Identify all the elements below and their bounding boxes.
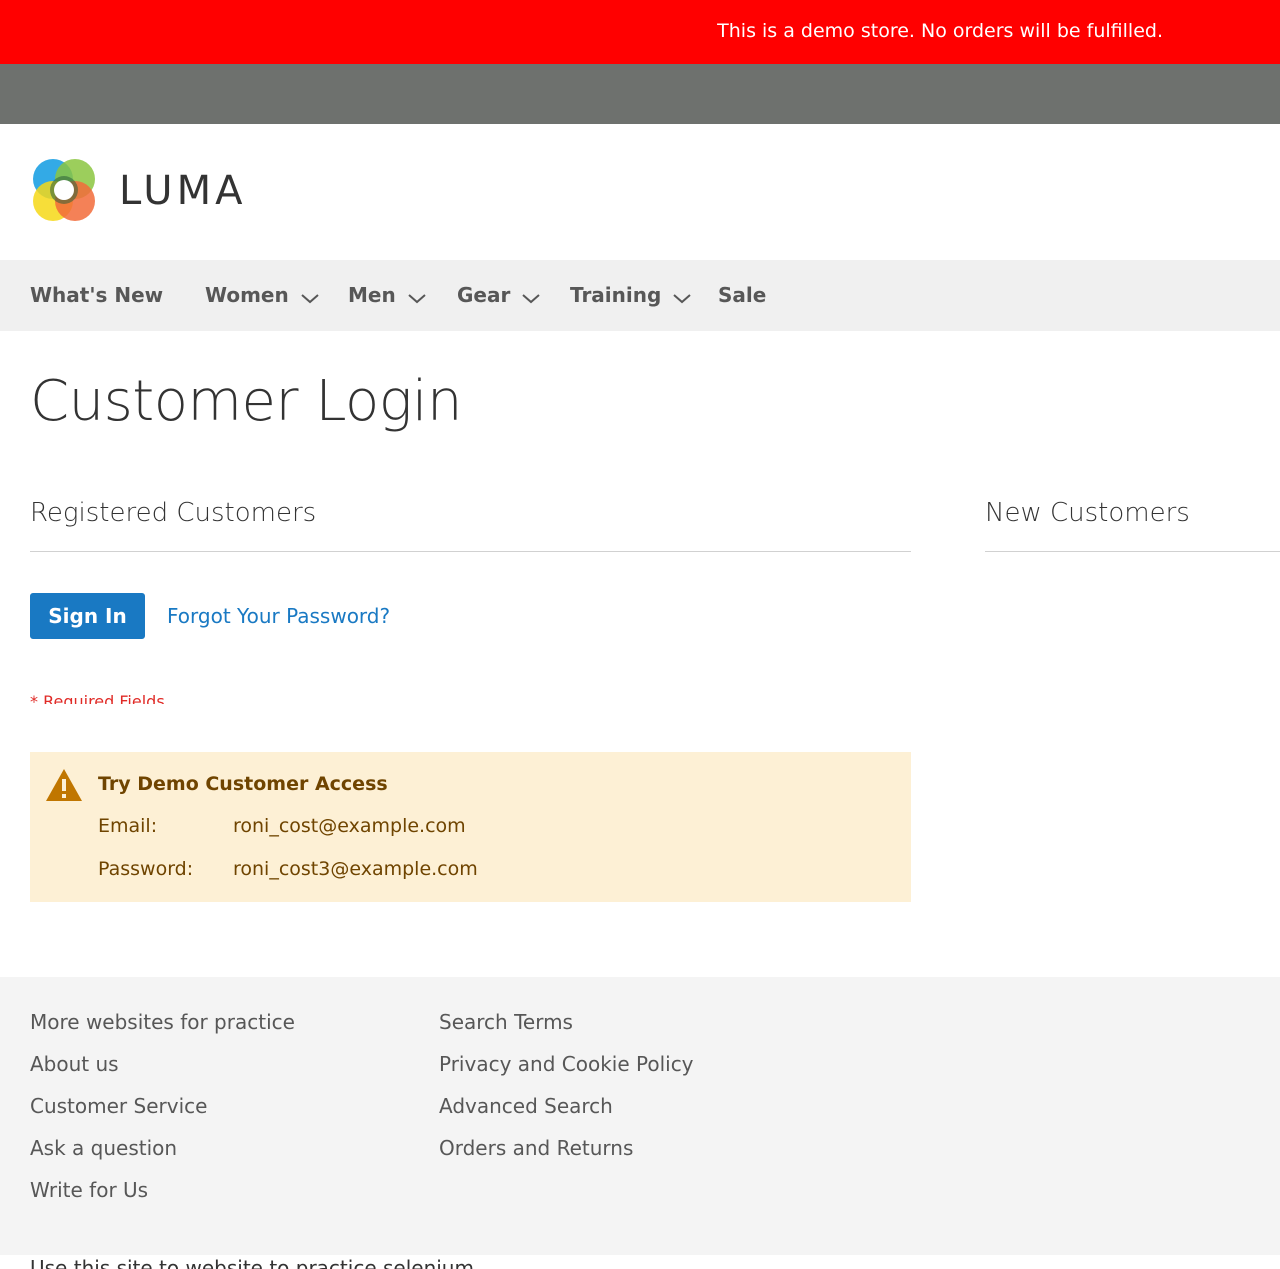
required-fields-note: * Required Fields bbox=[30, 690, 330, 704]
footer-link-customer-service[interactable]: Customer Service bbox=[30, 1093, 207, 1119]
nav-item-label: What's New bbox=[30, 283, 164, 307]
nav-item-whats-new[interactable]: What's New bbox=[30, 282, 163, 310]
nav-item-gear[interactable]: Gear bbox=[457, 282, 541, 310]
footer-link-privacy-policy[interactable]: Privacy and Cookie Policy bbox=[439, 1051, 694, 1077]
email-label: Email: bbox=[98, 815, 158, 837]
footer: More websites for practice About us Cust… bbox=[0, 977, 1280, 1255]
copyright-text: Use this site to website to practice sel… bbox=[30, 1256, 474, 1269]
footer-link-orders-returns[interactable]: Orders and Returns bbox=[439, 1135, 633, 1161]
demo-notice-text: This is a demo store. No orders will be … bbox=[717, 20, 1163, 42]
sign-in-button[interactable]: Sign In bbox=[30, 593, 145, 639]
new-customers-title: New Customers bbox=[985, 498, 1190, 528]
footer-link-about-us[interactable]: About us bbox=[30, 1051, 119, 1077]
main-navigation: What's New Women Men Gear Training Sale bbox=[0, 260, 1280, 331]
demo-store-notice: This is a demo store. No orders will be … bbox=[0, 0, 1280, 64]
nav-item-label: Gear bbox=[457, 283, 511, 307]
forgot-password-link[interactable]: Forgot Your Password? bbox=[167, 602, 390, 630]
password-label: Password: bbox=[98, 858, 194, 880]
demo-email-value: roni_cost@example.com bbox=[233, 815, 466, 837]
demo-access-message: Try Demo Customer Access Email: roni_cos… bbox=[30, 752, 911, 902]
luma-logo-icon bbox=[33, 159, 95, 221]
copyright-bar: Use this site to website to practice sel… bbox=[0, 1255, 1280, 1269]
nav-item-women[interactable]: Women bbox=[205, 282, 319, 310]
demo-access-title: Try Demo Customer Access bbox=[98, 773, 388, 795]
nav-item-label: Training bbox=[570, 283, 662, 307]
nav-item-sale[interactable]: Sale bbox=[718, 282, 766, 310]
divider bbox=[985, 551, 1280, 552]
panel-header-bar bbox=[0, 64, 1280, 124]
brand-name: LUMA bbox=[119, 168, 247, 214]
demo-password-value: roni_cost3@example.com bbox=[233, 858, 478, 880]
nav-item-label: Sale bbox=[718, 283, 767, 307]
required-fields-text: * Required Fields bbox=[30, 692, 165, 704]
nav-item-training[interactable]: Training bbox=[570, 282, 691, 310]
chevron-down-icon bbox=[301, 284, 319, 310]
footer-link-more-websites[interactable]: More websites for practice bbox=[30, 1009, 295, 1035]
page-title: Customer Login bbox=[30, 369, 462, 434]
nav-item-men[interactable]: Men bbox=[348, 282, 426, 310]
nav-item-label: Men bbox=[348, 283, 396, 307]
chevron-down-icon bbox=[522, 284, 541, 310]
chevron-down-icon bbox=[673, 284, 691, 310]
footer-link-search-terms[interactable]: Search Terms bbox=[439, 1009, 573, 1035]
footer-link-ask-question[interactable]: Ask a question bbox=[30, 1135, 177, 1161]
registered-customers-title: Registered Customers bbox=[30, 498, 317, 528]
chevron-down-icon bbox=[408, 284, 426, 310]
nav-item-label: Women bbox=[205, 283, 289, 307]
logo-link[interactable]: LUMA bbox=[31, 157, 261, 225]
warning-icon bbox=[45, 768, 83, 806]
divider bbox=[30, 551, 911, 552]
footer-link-write-for-us[interactable]: Write for Us bbox=[30, 1177, 148, 1203]
footer-link-advanced-search[interactable]: Advanced Search bbox=[439, 1093, 613, 1119]
